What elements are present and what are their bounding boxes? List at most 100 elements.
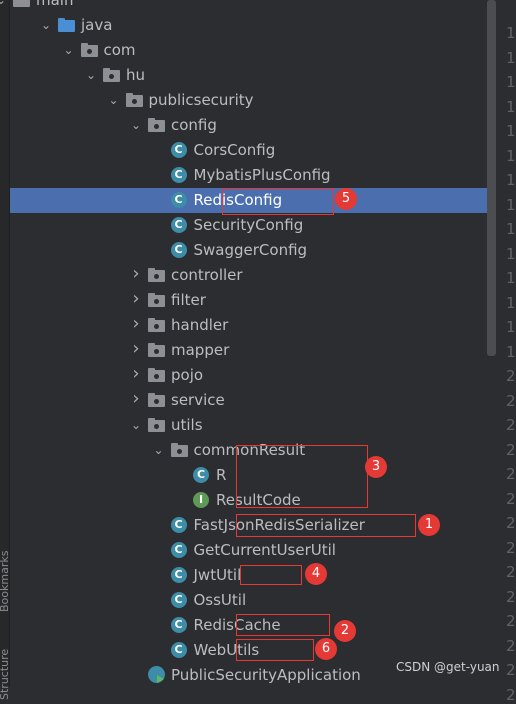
chevron-down-icon[interactable]: ⌄: [108, 92, 120, 108]
gutter-line-number: 1: [506, 220, 516, 238]
tree-row-label: main: [36, 0, 74, 9]
chevron-right-icon[interactable]: ›: [130, 315, 142, 333]
tree-row[interactable]: C GetCurrentUserUtil: [10, 538, 488, 563]
tree-row[interactable]: › handler: [10, 313, 488, 338]
tree-row[interactable]: ⌄ main: [0, 0, 488, 13]
tree-row[interactable]: ⌄ utils: [10, 413, 488, 438]
tree-row-label: PublicSecurityApplication: [171, 666, 361, 684]
class-icon: C: [193, 467, 209, 483]
tree-row-label: MybatisPlusConfig: [193, 166, 331, 184]
chevron-down-icon[interactable]: ⌄: [130, 117, 142, 133]
tree-row[interactable]: ⌄ java: [10, 13, 488, 38]
tree-row-label: handler: [171, 316, 229, 334]
tree-row[interactable]: ⌄ hu: [10, 63, 488, 88]
gutter-line-number: 2: [506, 465, 516, 483]
annotation-badge-3: 3: [365, 456, 387, 478]
gutter-line-number: 1: [506, 146, 516, 165]
gutter-line-number: 1: [506, 342, 516, 361]
tree-row[interactable]: › pojo: [10, 363, 488, 388]
package-icon: [148, 418, 165, 432]
annotation-box-1: [236, 514, 416, 537]
chevron-down-icon[interactable]: ⌄: [0, 0, 7, 8]
annotation-box-5: [222, 188, 334, 215]
annotation-box-6: [236, 639, 314, 661]
package-icon: [103, 68, 120, 82]
gutter-line-number: 2: [506, 661, 516, 679]
class-icon: C: [170, 167, 187, 183]
class-icon: C: [170, 617, 187, 633]
chevron-right-icon[interactable]: ›: [130, 265, 142, 283]
gutter-line-number: 2: [506, 636, 516, 655]
tree-row[interactable]: ⌄ publicsecurity: [10, 88, 488, 113]
tree-row-label: R: [216, 466, 227, 484]
annotation-badge-1: 1: [418, 514, 440, 536]
class-icon: C: [170, 192, 187, 208]
gutter-line-number: 2: [506, 685, 516, 704]
chevron-down-icon[interactable]: ⌄: [130, 417, 142, 433]
annotation-box-3: [236, 445, 368, 508]
tree-row[interactable]: › mapper: [10, 338, 488, 363]
package-icon: [125, 93, 143, 107]
gutter-line-number: 2: [506, 587, 516, 606]
package-icon: [148, 368, 165, 382]
tree-row[interactable]: › controller: [10, 263, 488, 288]
gutter-line-number: 1: [506, 195, 516, 214]
tree-row[interactable]: › service: [10, 388, 488, 413]
interface-icon: I: [193, 492, 209, 508]
tree-row[interactable]: ⌄ config: [10, 113, 488, 138]
gutter-line-number: 2: [506, 514, 516, 532]
tree-row-label: java: [81, 16, 113, 34]
annotation-badge-6: 6: [315, 638, 337, 660]
tree-row-label: filter: [171, 291, 206, 309]
tree-row[interactable]: › filter: [10, 288, 488, 313]
chevron-right-icon[interactable]: ›: [130, 365, 142, 383]
package-icon: [148, 393, 165, 407]
chevron-right-icon[interactable]: ›: [130, 290, 142, 308]
vertical-scrollbar[interactable]: [487, 0, 496, 356]
editor-gutter: 1 1 1 1 1 1 1 1 1 1 1 1 1 1 2 2 2 2 2 2 2 2 2 2 2 2 2 2: [498, 0, 516, 704]
gutter-line-number: 1: [506, 48, 516, 67]
folder-icon: [13, 0, 30, 7]
tree-row-label: service: [171, 391, 225, 409]
annotation-badge-5: 5: [335, 188, 357, 210]
gutter-line-number: 1: [506, 171, 516, 189]
chevron-down-icon[interactable]: ⌄: [40, 17, 52, 33]
tree-row-label: JwtUtil: [193, 566, 242, 584]
package-icon: [170, 443, 188, 457]
tree-row[interactable]: C OssUtil: [10, 588, 488, 613]
tree-row-label: utils: [171, 416, 203, 434]
chevron-right-icon[interactable]: ›: [130, 340, 142, 358]
tree-row-label: com: [103, 41, 136, 59]
chevron-down-icon[interactable]: ⌄: [153, 442, 165, 458]
tree-row[interactable]: ⌄ com: [10, 38, 488, 63]
gutter-line-number: 2: [506, 563, 516, 581]
spring-application-icon: [148, 666, 165, 683]
tree-row[interactable]: C CorsConfig: [10, 138, 488, 163]
tree-row-label: pojo: [171, 366, 204, 384]
chevron-down-icon[interactable]: ⌄: [85, 67, 97, 83]
chevron-down-icon[interactable]: ⌄: [63, 42, 75, 58]
tree-row[interactable]: C MybatisPlusConfig: [10, 163, 488, 188]
package-icon: [148, 343, 165, 357]
chevron-right-icon[interactable]: ›: [130, 390, 142, 408]
tree-row-label: publicsecurity: [148, 91, 254, 109]
class-icon: C: [170, 517, 187, 533]
tree-row-label: OssUtil: [193, 591, 247, 609]
tree-row-label: mapper: [171, 341, 230, 359]
gutter-line-number: 2: [506, 612, 516, 630]
class-icon: C: [170, 542, 187, 558]
tree-row-label: controller: [171, 266, 243, 284]
tree-row-label: SwaggerConfig: [193, 241, 308, 259]
annotation-box-2: [236, 614, 330, 636]
gutter-line-number: 1: [506, 24, 516, 42]
gutter-line-number: 2: [506, 416, 516, 434]
tree-row[interactable]: C SwaggerConfig: [10, 238, 488, 263]
gutter-line-number: 2: [506, 440, 516, 459]
tree-row-label: SecurityConfig: [193, 216, 304, 234]
gutter-line-number: 2: [506, 391, 516, 410]
gutter-line-number: 2: [506, 538, 516, 557]
class-icon: C: [170, 592, 187, 608]
tree-row[interactable]: C SecurityConfig: [10, 213, 488, 238]
tree-row-label: CorsConfig: [193, 141, 276, 159]
tree-row-label: GetCurrentUserUtil: [193, 541, 336, 559]
